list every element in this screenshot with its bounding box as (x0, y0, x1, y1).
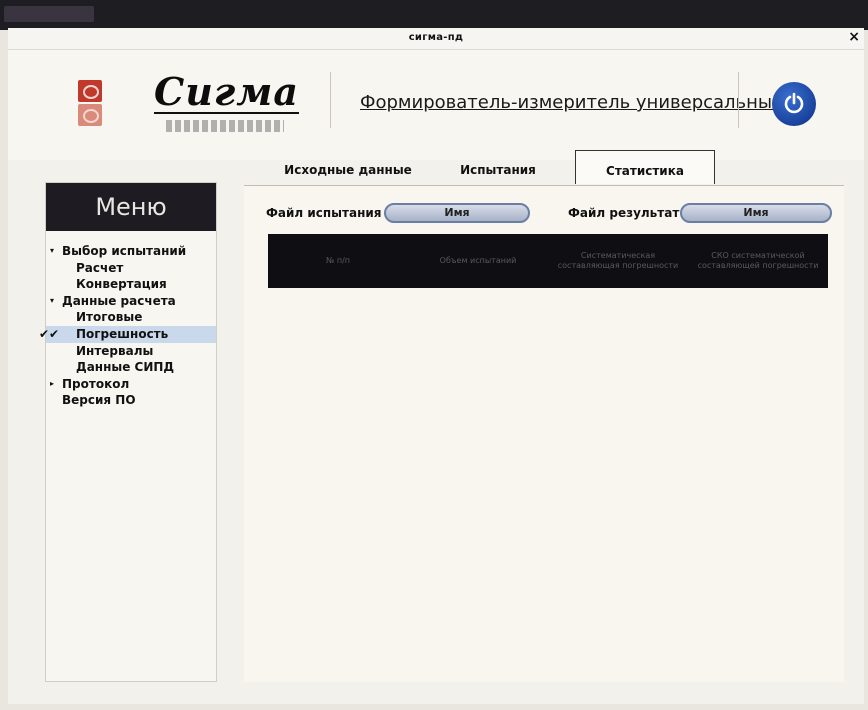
app-header: Сигма Формирователь-измеритель универсал… (8, 50, 864, 160)
tree-item-protocol[interactable]: ▸ Протокол (46, 376, 216, 393)
tab-tests[interactable]: Испытания (440, 150, 556, 184)
header-divider (738, 72, 739, 128)
expand-arrow-icon[interactable]: ▾ (50, 243, 54, 259)
menu-title: Меню (46, 183, 216, 231)
tree-item-conversion[interactable]: Конвертация (46, 276, 216, 293)
tree-item-test-selection[interactable]: ▾ Выбор испытаний (46, 243, 216, 260)
statistics-table-header: № п/п Объем испытаний Систематическая со… (268, 234, 828, 288)
column-header[interactable]: № п/п (268, 234, 408, 288)
expand-arrow-icon[interactable]: ▸ (50, 376, 54, 392)
tree-item-sipd-data[interactable]: Данные СИПД (46, 359, 216, 376)
tab-source-data[interactable]: Исходные данные (278, 150, 418, 184)
os-top-bar (0, 0, 868, 30)
power-icon (784, 92, 804, 114)
result-file-button[interactable]: Имя (680, 203, 832, 223)
logo-icon (78, 80, 102, 126)
column-header[interactable]: Систематическая составляющая погрешности (548, 234, 688, 288)
os-activities[interactable] (4, 6, 94, 22)
power-button[interactable] (772, 82, 816, 126)
menu-tree: ▾ Выбор испытаний Расчет Конвертация ▾ Д… (39, 243, 216, 409)
header-divider (330, 72, 331, 128)
window-title: сигма-пд (408, 32, 464, 43)
column-header[interactable]: Объем испытаний (408, 234, 548, 288)
tree-item-version[interactable]: Версия ПО (46, 392, 216, 409)
sidebar: Меню ▾ Выбор испытаний Расчет Конвертаци… (39, 182, 217, 682)
app-name: Формирователь-измеритель универсальный (360, 92, 784, 113)
logo-subtitle (166, 120, 284, 132)
checkmark-icon: ✔✔ (39, 326, 60, 341)
logo-text: Сигма (154, 69, 299, 114)
tab-statistics[interactable]: Статистика (575, 150, 715, 184)
test-file-label: Файл испытания (266, 206, 382, 220)
tree-item-error[interactable]: ✔✔ Погрешность (39, 325, 216, 343)
expand-arrow-icon[interactable]: ▾ (50, 293, 54, 309)
test-file-button[interactable]: Имя (384, 203, 530, 223)
close-icon[interactable]: × (848, 29, 860, 45)
column-header[interactable]: СКО систематической составляющей погрешн… (688, 234, 828, 288)
titlebar: сигма-пд × (8, 28, 864, 50)
tree-item-calculation[interactable]: Расчет (46, 260, 216, 277)
result-file-label: Файл результат (568, 206, 680, 220)
tree-item-calc-data[interactable]: ▾ Данные расчета (46, 293, 216, 310)
tree-item-intervals[interactable]: Интервалы (46, 343, 216, 360)
tree-item-totals[interactable]: Итоговые (46, 309, 216, 326)
